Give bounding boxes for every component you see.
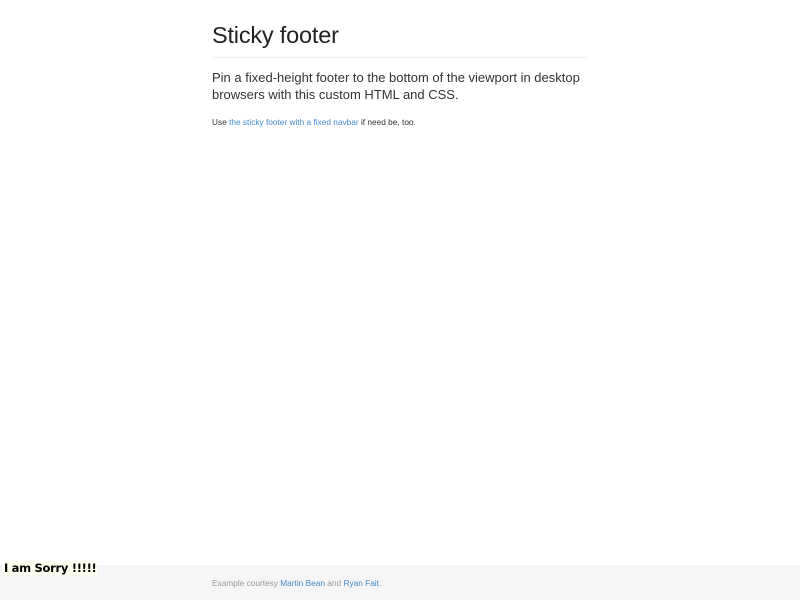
footer-suffix: . bbox=[378, 578, 382, 588]
page-header: Sticky footer bbox=[212, 22, 588, 58]
footer: Example courtesy Martin Bean and Ryan Fa… bbox=[0, 565, 800, 600]
footer-text: Example courtesy Martin Bean and Ryan Fa… bbox=[212, 577, 381, 589]
overlay-message: I am Sorry !!!!! bbox=[3, 561, 98, 575]
footer-middle: and bbox=[324, 578, 344, 588]
main-container: Sticky footer Pin a fixed-height footer … bbox=[212, 0, 588, 128]
note-suffix: if need be, too. bbox=[358, 117, 416, 127]
footer-prefix: Example courtesy bbox=[212, 578, 281, 588]
martin-bean-link[interactable]: Martin Bean bbox=[280, 578, 325, 588]
note-prefix: Use bbox=[212, 117, 230, 127]
note-paragraph: Use the sticky footer with a fixed navba… bbox=[212, 116, 588, 128]
page-title: Sticky footer bbox=[212, 22, 339, 48]
lead-paragraph: Pin a fixed-height footer to the bottom … bbox=[212, 70, 580, 102]
ryan-fait-link[interactable]: Ryan Fait bbox=[343, 578, 379, 588]
fixed-navbar-link[interactable]: the sticky footer with a fixed navbar bbox=[229, 117, 359, 127]
